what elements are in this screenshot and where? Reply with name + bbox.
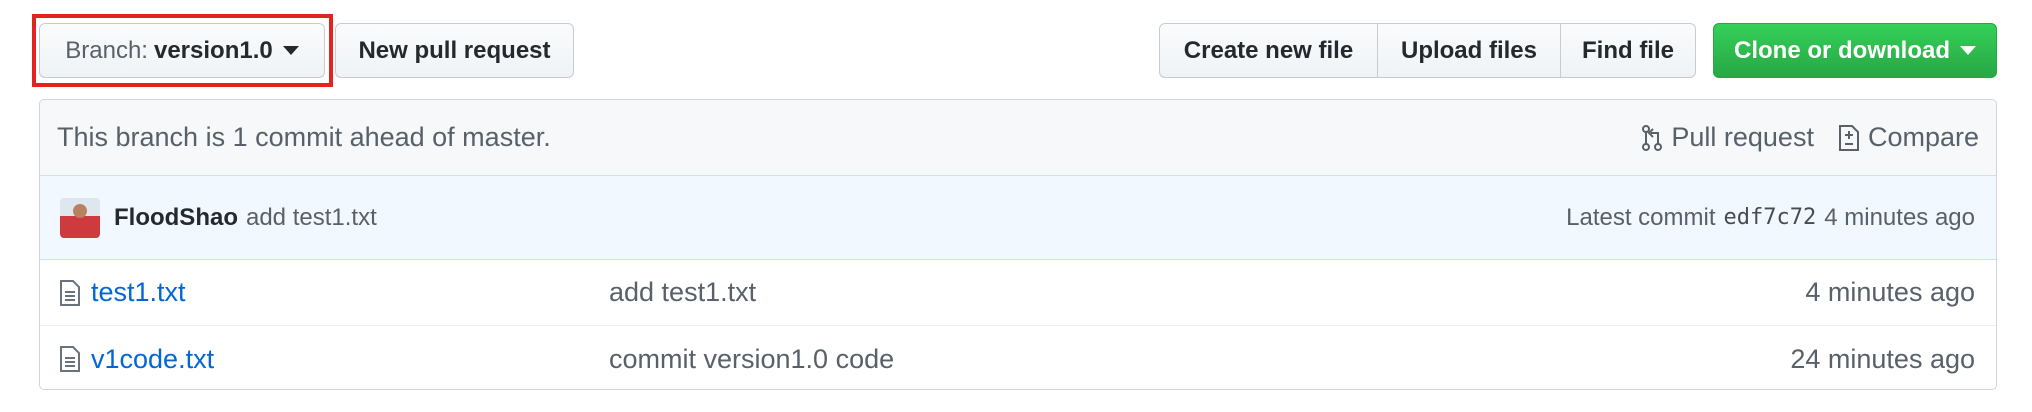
branch-actions: Pull request Compare bbox=[1641, 122, 1979, 153]
file-link[interactable]: test1.txt bbox=[91, 277, 186, 308]
pull-request-link[interactable]: Pull request bbox=[1641, 122, 1814, 153]
caret-down-icon bbox=[1960, 46, 1976, 55]
commit-author[interactable]: FloodShao bbox=[114, 204, 238, 232]
branch-status-bar: This branch is 1 commit ahead of master. bbox=[40, 100, 1996, 176]
file-commit-message[interactable]: commit version1.0 code bbox=[609, 344, 894, 375]
table-row: test1.txt add test1.txt 4 minutes ago bbox=[40, 260, 1996, 326]
compare-label: Compare bbox=[1867, 122, 1979, 152]
commit-message[interactable]: add test1.txt bbox=[246, 204, 377, 232]
create-new-file-button[interactable]: Create new file bbox=[1159, 23, 1378, 78]
caret-down-icon bbox=[282, 46, 299, 55]
latest-commit-info: Latest commit edf7c72 4 minutes ago bbox=[1566, 204, 1975, 232]
file-actions-group: Create new file Upload files Find file bbox=[1159, 23, 1696, 78]
file-age: 4 minutes ago bbox=[1805, 277, 1975, 307]
file-icon bbox=[59, 279, 81, 307]
branch-select-button[interactable]: Branch: version1.0 bbox=[39, 23, 325, 78]
latest-commit-bar: FloodShao add test1.txt Latest commit ed… bbox=[40, 176, 1996, 260]
latest-commit-label: Latest commit bbox=[1566, 203, 1716, 231]
pull-request-label: Pull request bbox=[1671, 122, 1814, 152]
branch-name: version1.0 bbox=[153, 36, 273, 64]
avatar-head-shape bbox=[73, 203, 87, 218]
file-listing-box: This branch is 1 commit ahead of master. bbox=[39, 99, 1997, 390]
branch-ahead-text: This branch is 1 commit ahead of master. bbox=[57, 122, 551, 152]
file-name-cell: v1code.txt bbox=[59, 344, 609, 375]
avatar[interactable] bbox=[60, 197, 100, 238]
find-file-button[interactable]: Find file bbox=[1560, 23, 1696, 78]
file-icon bbox=[59, 345, 81, 373]
compare-link[interactable]: Compare bbox=[1838, 122, 1979, 153]
git-pull-request-icon bbox=[1641, 124, 1663, 152]
clone-or-download-label: Clone or download bbox=[1734, 36, 1950, 64]
new-pull-request-button[interactable]: New pull request bbox=[335, 23, 574, 78]
table-row: v1code.txt commit version1.0 code 24 min… bbox=[40, 326, 1996, 389]
repo-file-navigation: Branch: version1.0 New pull request Crea… bbox=[0, 0, 2032, 412]
branch-label: Branch: bbox=[65, 36, 148, 64]
commit-sha[interactable]: edf7c72 bbox=[1724, 205, 1817, 230]
commit-age: 4 minutes ago bbox=[1824, 203, 1975, 231]
file-link[interactable]: v1code.txt bbox=[91, 344, 214, 375]
file-age: 24 minutes ago bbox=[1790, 343, 1975, 374]
file-name-cell: test1.txt bbox=[59, 277, 609, 308]
file-commit-message[interactable]: add test1.txt bbox=[609, 277, 756, 308]
diff-icon bbox=[1838, 124, 1860, 152]
clone-or-download-button[interactable]: Clone or download bbox=[1713, 23, 1997, 78]
upload-files-button[interactable]: Upload files bbox=[1377, 23, 1561, 78]
